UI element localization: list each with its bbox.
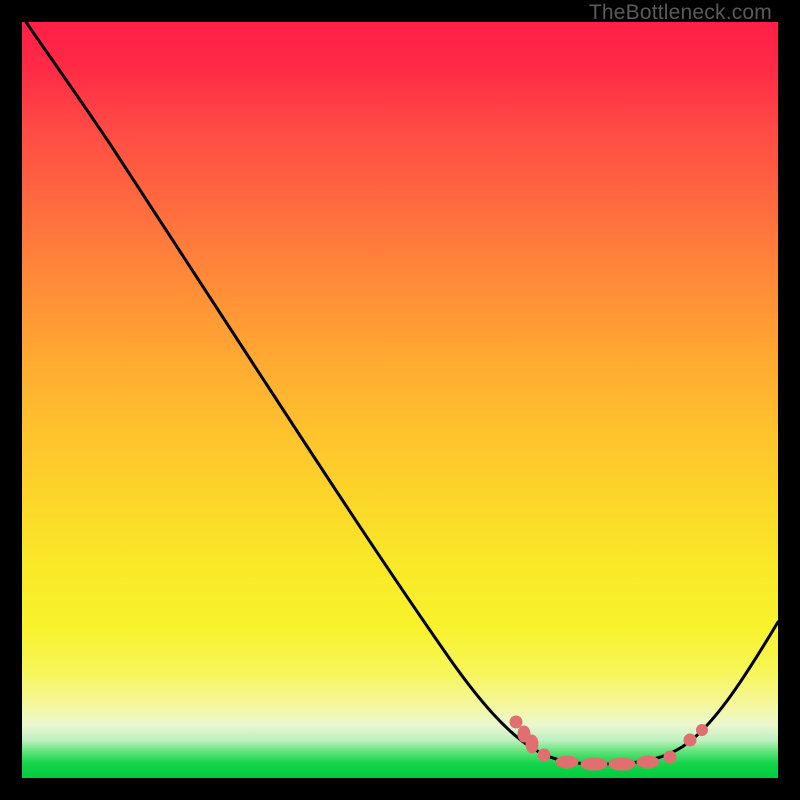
chart-frame: TheBottleneck.com bbox=[0, 0, 800, 800]
plot-area bbox=[22, 22, 778, 778]
chart-svg bbox=[22, 22, 778, 778]
data-points bbox=[510, 716, 708, 770]
bottleneck-curve bbox=[26, 22, 778, 764]
